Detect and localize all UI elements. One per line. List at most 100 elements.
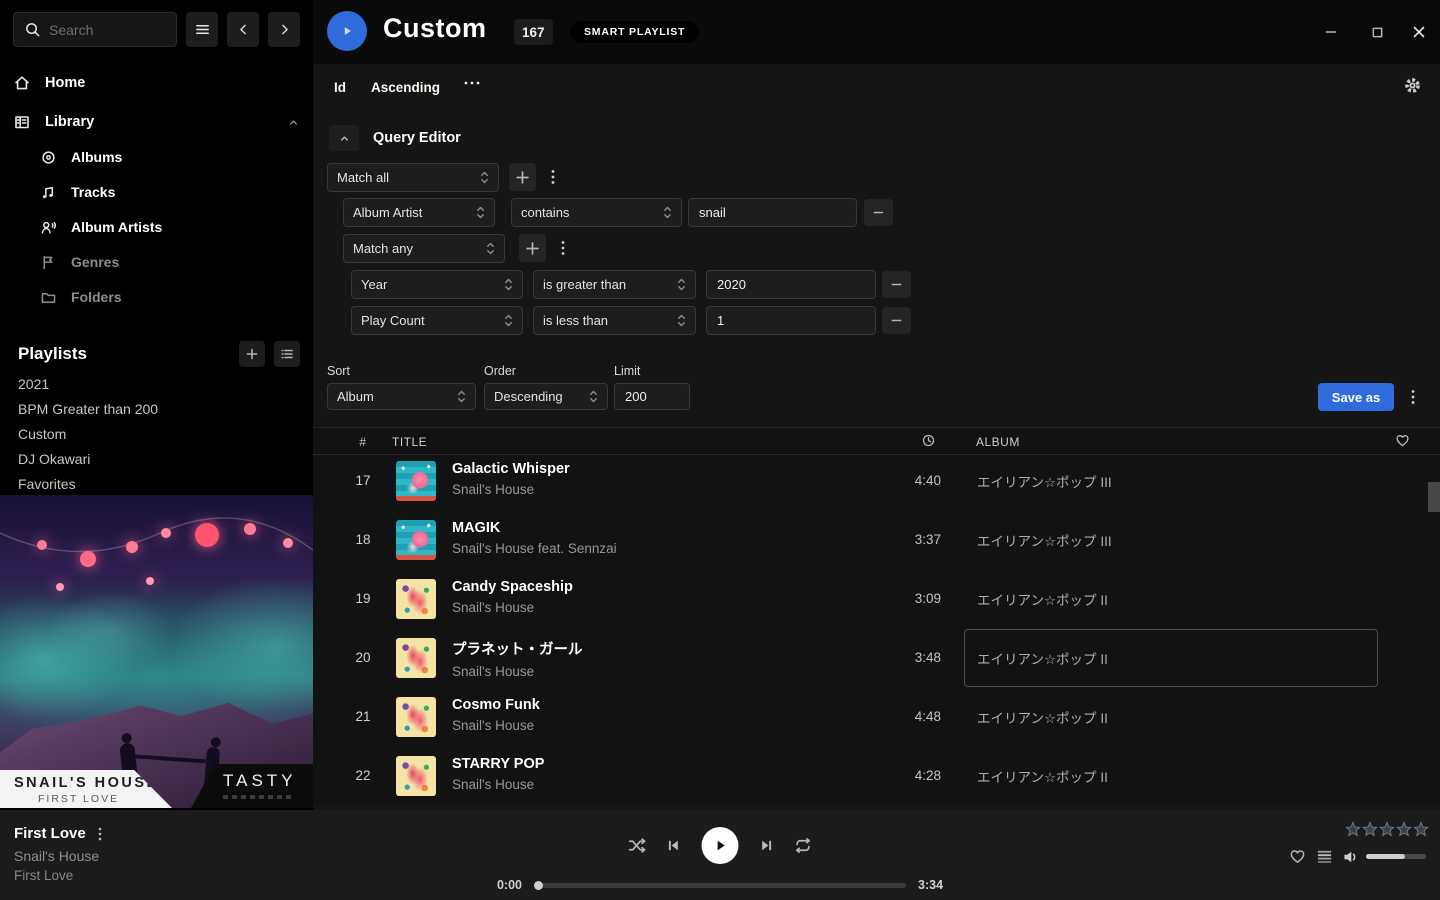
window-maximize-button[interactable] — [1367, 22, 1387, 42]
shuffle-button[interactable] — [628, 836, 647, 855]
more-options-button[interactable] — [463, 80, 481, 86]
volume-fill — [1366, 854, 1405, 859]
table-row[interactable]: 19 Candy SpaceshipSnail's House 3:09 エイリ… — [313, 570, 1440, 629]
rule3-field-select[interactable]: Play Count — [351, 306, 523, 335]
now-playing-artwork[interactable]: SNAIL'S HOUSE FIRST LOVE TASTY — [0, 495, 313, 808]
add-playlist-button[interactable] — [239, 341, 265, 367]
next-button[interactable] — [758, 837, 775, 854]
previous-button[interactable] — [666, 837, 683, 854]
rule3-operator-select[interactable]: is less than — [533, 306, 696, 335]
track-title: プラネット・ガール — [452, 638, 802, 659]
sidebar-item-home[interactable]: Home — [13, 69, 300, 97]
group-add-rule-button[interactable] — [519, 234, 546, 262]
rule1-value-input[interactable]: snail — [688, 198, 857, 227]
star-icon[interactable] — [1379, 821, 1395, 837]
column-header-duration[interactable] — [921, 433, 936, 448]
rule2-field-select[interactable]: Year — [351, 270, 523, 299]
sidebar-item-genres[interactable]: Genres — [40, 248, 300, 276]
playlist-item[interactable]: Custom — [18, 426, 300, 451]
sidebar-item-library[interactable]: Library — [13, 108, 300, 136]
rating-stars — [1345, 821, 1429, 837]
star-icon[interactable] — [1345, 821, 1361, 837]
track-album-cell[interactable]: エイリアン☆ポップ II — [964, 688, 1378, 746]
rule2-value-input[interactable]: 2020 — [706, 270, 876, 299]
track-album: エイリアン☆ポップ II — [977, 766, 1108, 786]
volume-slider[interactable] — [1366, 854, 1426, 859]
table-row[interactable]: 18 MAGIKSnail's House feat. Sennzai 3:37… — [313, 511, 1440, 570]
nav-forward-button[interactable] — [268, 12, 300, 47]
sidebar-item-albums[interactable]: Albums — [40, 143, 300, 171]
play-playlist-button[interactable] — [327, 11, 367, 51]
track-album-cell[interactable]: エイリアン☆ポップ III — [964, 511, 1378, 569]
search-input[interactable]: Search — [13, 12, 177, 47]
playlist-item[interactable]: DJ Okawari — [18, 451, 300, 476]
playlist-view-button[interactable] — [274, 341, 300, 367]
save-menu-button[interactable] — [1404, 383, 1422, 411]
search-placeholder: Search — [49, 22, 93, 38]
settings-button[interactable] — [1403, 76, 1422, 95]
rule2-operator-select[interactable]: is greater than — [533, 270, 696, 299]
rule-group-menu-button[interactable] — [543, 163, 563, 191]
table-row[interactable]: 20 プラネット・ガールSnail's House 3:48 エイリアン☆ポップ… — [313, 629, 1440, 688]
star-icon[interactable] — [1413, 821, 1429, 837]
group-menu-button[interactable] — [553, 234, 573, 262]
table-row[interactable]: 17 Galactic WhisperSnail's House 4:40 エイ… — [313, 452, 1440, 511]
limit-input[interactable]: 200 — [614, 383, 690, 410]
track-title: Candy Spaceship — [452, 579, 802, 595]
seek-bar[interactable] — [535, 883, 906, 888]
window-minimize-button[interactable] — [1321, 22, 1341, 42]
rule3-operator-value: is less than — [543, 313, 677, 328]
track-album-cell[interactable]: エイリアン☆ポップ II — [964, 570, 1378, 628]
sidebar-menu-button[interactable] — [186, 12, 218, 47]
root-match-select[interactable]: Match all — [327, 163, 499, 192]
now-playing-album[interactable]: First Love — [14, 868, 73, 883]
track-artist: Snail's House feat. Sennzai — [452, 541, 802, 556]
column-header-favorite[interactable] — [1395, 433, 1410, 448]
now-playing-title[interactable]: First Love — [14, 825, 86, 842]
rule2-remove-button[interactable] — [882, 271, 911, 298]
track-artist: Snail's House — [452, 718, 802, 733]
column-header-title[interactable]: TITLE — [392, 435, 427, 449]
table-row[interactable]: 21 Cosmo FunkSnail's House 4:48 エイリアン☆ポッ… — [313, 688, 1440, 747]
queue-button[interactable] — [1316, 848, 1333, 865]
rule3-value-input[interactable]: 1 — [706, 306, 876, 335]
query-editor-collapse-button[interactable] — [329, 125, 359, 151]
row-number: 22 — [333, 768, 393, 783]
order-select[interactable]: Descending — [484, 383, 608, 410]
sidebar-item-folders[interactable]: Folders — [40, 283, 300, 311]
rule1-field-select[interactable]: Album Artist — [343, 198, 495, 227]
nav-back-button[interactable] — [227, 12, 259, 47]
rule1-remove-button[interactable] — [864, 199, 893, 226]
sidebar-item-album-artists[interactable]: Album Artists — [40, 213, 300, 241]
group-match-select[interactable]: Match any — [343, 234, 505, 263]
table-row[interactable]: 22 STARRY POPSnail's House 4:28 エイリアン☆ポッ… — [313, 747, 1440, 806]
playlist-item[interactable]: 2021 — [18, 376, 300, 401]
column-header-album[interactable]: ALBUM — [976, 435, 1020, 449]
repeat-button[interactable] — [794, 836, 813, 855]
sort-field-button[interactable]: Id — [334, 80, 346, 95]
scrollbar-thumb[interactable] — [1428, 482, 1440, 512]
save-as-button[interactable]: Save as — [1318, 383, 1394, 411]
star-icon[interactable] — [1396, 821, 1412, 837]
column-header-number[interactable]: # — [353, 435, 373, 449]
now-playing-artist[interactable]: Snail's House — [14, 848, 99, 864]
window-close-button[interactable] — [1409, 22, 1429, 42]
sort-select[interactable]: Album — [327, 383, 476, 410]
track-album-cell[interactable]: エイリアン☆ポップ II — [964, 747, 1378, 805]
rule1-operator-select[interactable]: contains — [511, 198, 682, 227]
track-album-cell[interactable]: エイリアン☆ポップ III — [964, 452, 1378, 510]
seek-handle[interactable] — [534, 881, 543, 890]
favorite-button[interactable] — [1289, 848, 1306, 865]
minus-icon — [890, 278, 903, 291]
playlist-item[interactable]: BPM Greater than 200 — [18, 401, 300, 426]
sidebar-item-tracks[interactable]: Tracks — [40, 178, 300, 206]
rule3-remove-button[interactable] — [882, 307, 911, 334]
add-rule-button[interactable] — [509, 163, 536, 191]
star-icon[interactable] — [1362, 821, 1378, 837]
sort-direction-button[interactable]: Ascending — [371, 80, 440, 95]
play-pause-button[interactable] — [702, 827, 739, 864]
row-number: 19 — [333, 591, 393, 606]
now-playing-menu-button[interactable] — [98, 827, 102, 841]
track-album-cell-focused[interactable]: エイリアン☆ポップ II — [964, 629, 1378, 687]
mute-button[interactable] — [1342, 848, 1360, 866]
